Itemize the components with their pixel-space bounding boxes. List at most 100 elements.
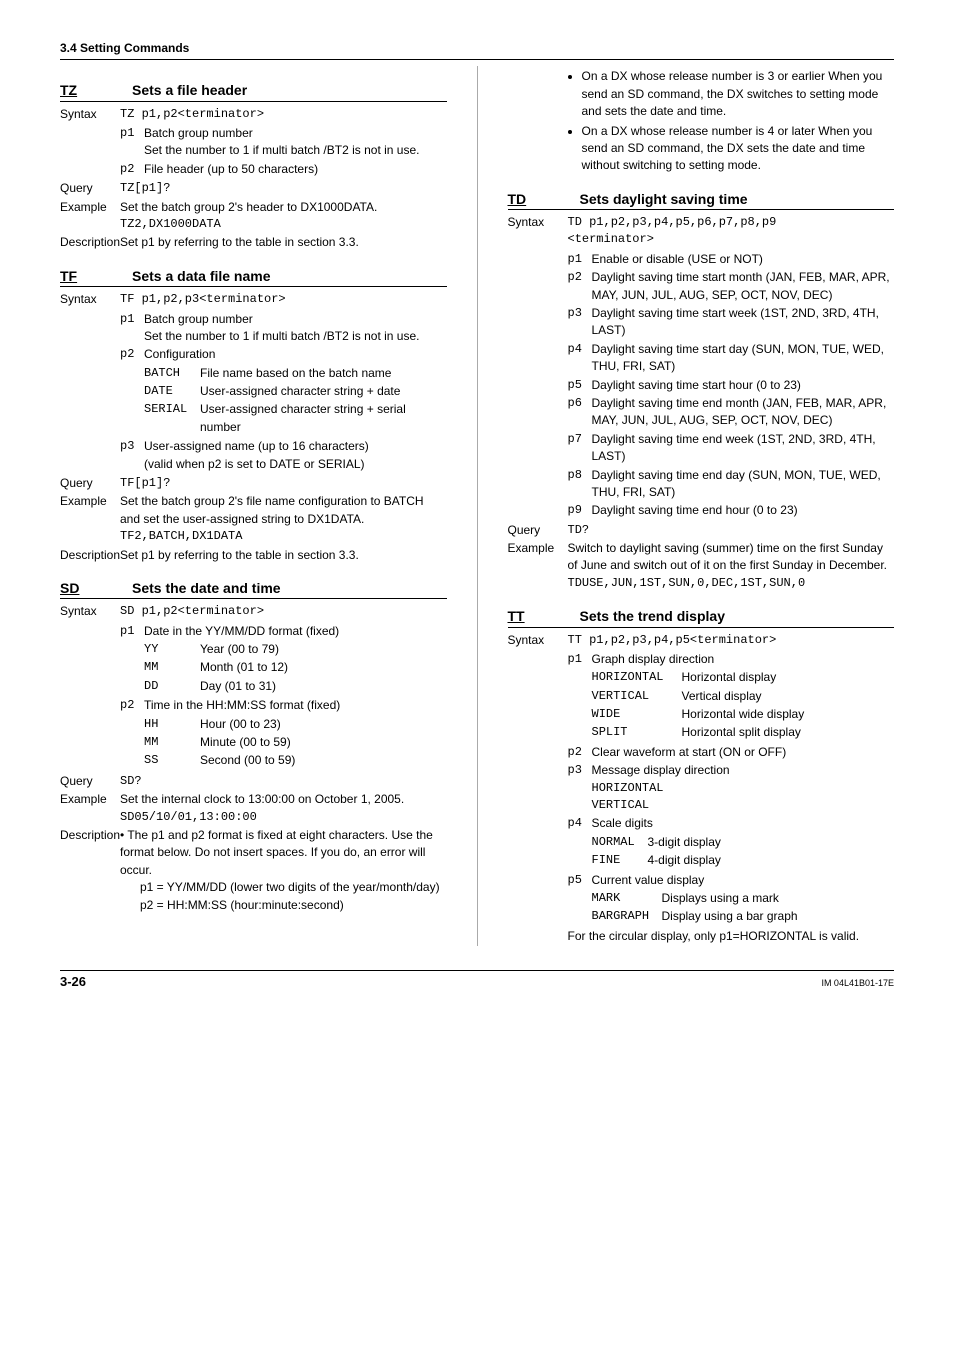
opt-key: WIDE: [592, 706, 682, 723]
param-text: Set the number to 1 if multi batch /BT2 …: [144, 328, 447, 345]
param-head: Message display direction: [592, 762, 895, 779]
opt-key: MM: [144, 659, 200, 676]
example-text: Set the batch group 2's header to DX1000…: [120, 199, 447, 216]
opt-val: Horizontal split display: [682, 724, 895, 741]
syntax-label: Syntax: [60, 291, 120, 308]
syntax-label: Syntax: [508, 214, 568, 231]
right-column: On a DX whose release number is 3 or ear…: [508, 66, 895, 946]
two-columns: TZ Sets a file header Syntax TZ p1,p2<te…: [60, 66, 894, 946]
query-text: SD?: [120, 773, 447, 790]
query-label: Query: [508, 522, 568, 539]
example-text: Set the internal clock to 13:00:00 on Oc…: [120, 791, 447, 808]
example-label: Example: [60, 199, 120, 216]
param-text: Set the number to 1 if multi batch /BT2 …: [144, 142, 447, 159]
cmd-code: SD: [60, 578, 112, 598]
param-key: p2: [120, 161, 144, 178]
param-text: Daylight saving time end month (JAN, FEB…: [592, 395, 895, 430]
param-key: p4: [568, 815, 592, 832]
description-label: Description: [60, 827, 120, 844]
param-key: p4: [568, 341, 592, 358]
example-label: Example: [60, 493, 120, 510]
td-heading: TD Sets daylight saving time: [508, 189, 895, 210]
opt-val: Displays using a mark: [662, 890, 895, 907]
opt-key: NORMAL: [592, 834, 648, 851]
query-text: TF[p1]?: [120, 475, 447, 492]
param-text: File header (up to 50 characters): [144, 161, 447, 178]
param-note: For the circular display, only p1=HORIZO…: [568, 928, 895, 945]
opt-val: Horizontal wide display: [682, 706, 895, 723]
param-key: p1: [120, 623, 144, 640]
opt-key: DD: [144, 678, 200, 695]
syntax-text: TT p1,p2,p3,p4,p5<terminator>: [568, 632, 895, 649]
param-key: p5: [568, 377, 592, 394]
cmd-name: Sets a data file name: [132, 266, 271, 286]
example-text: Set the batch group 2's file name config…: [120, 493, 447, 528]
desc-bullet: The p1 and p2 format is fixed at eight c…: [120, 828, 433, 877]
opt-key: DATE: [144, 383, 200, 400]
param-head: Time in the HH:MM:SS format (fixed): [144, 697, 447, 714]
param-text: Daylight saving time start day (SUN, MON…: [592, 341, 895, 376]
syntax-text: TF p1,p2,p3<terminator>: [120, 291, 447, 308]
param-key: p8: [568, 467, 592, 484]
opt-key: VERTICAL: [592, 797, 895, 814]
opt-key: BATCH: [144, 365, 200, 382]
param-head: Date in the YY/MM/DD format (fixed): [144, 623, 447, 640]
desc-line: p2 = HH:MM:SS (hour:minute:second): [140, 897, 447, 914]
example-label: Example: [60, 791, 120, 808]
opt-val: Day (01 to 31): [200, 678, 447, 695]
note-bullet: On a DX whose release number is 3 or ear…: [582, 68, 895, 120]
opt-key: BARGRAPH: [592, 908, 662, 925]
opt-key: SS: [144, 752, 200, 769]
cmd-code: TT: [508, 606, 560, 626]
opt-key: HORIZONTAL: [592, 780, 895, 797]
param-text: Daylight saving time start hour (0 to 23…: [592, 377, 895, 394]
param-head: Scale digits: [592, 815, 895, 832]
opt-key: FINE: [592, 852, 648, 869]
syntax-text: TD p1,p2,p3,p4,p5,p6,p7,p8,p9: [568, 214, 895, 231]
opt-val: Horizontal display: [682, 669, 895, 686]
column-divider: [477, 66, 478, 946]
query-text: TZ[p1]?: [120, 180, 447, 197]
query-label: Query: [60, 475, 120, 492]
param-text: Daylight saving time end week (1ST, 2ND,…: [592, 431, 895, 466]
opt-key: MARK: [592, 890, 662, 907]
example-text: Switch to daylight saving (summer) time …: [568, 540, 895, 575]
param-key: p7: [568, 431, 592, 448]
param-head: Configuration: [144, 346, 447, 363]
param-text: Daylight saving time end day (SUN, MON, …: [592, 467, 895, 502]
left-column: TZ Sets a file header Syntax TZ p1,p2<te…: [60, 66, 447, 946]
param-key: p2: [120, 346, 144, 363]
query-label: Query: [60, 773, 120, 790]
opt-key: SERIAL: [144, 401, 200, 436]
opt-val: User-assigned character string + serial …: [200, 401, 447, 436]
param-text: Daylight saving time end hour (0 to 23): [592, 502, 895, 519]
opt-val: 4-digit display: [648, 852, 895, 869]
syntax-label: Syntax: [60, 603, 120, 620]
param-key: p2: [120, 697, 144, 714]
param-key: p6: [568, 395, 592, 412]
param-text: Batch group number: [144, 311, 447, 328]
param-key: p5: [568, 872, 592, 889]
param-key: p1: [120, 311, 144, 328]
example-code: TF2,BATCH,DX1DATA: [120, 528, 447, 545]
example-label: Example: [508, 540, 568, 557]
opt-key: VERTICAL: [592, 688, 682, 705]
description-text: Set p1 by referring to the table in sect…: [120, 234, 447, 251]
opt-val: Month (01 to 12): [200, 659, 447, 676]
param-text: Daylight saving time start month (JAN, F…: [592, 269, 895, 304]
description-text: Set p1 by referring to the table in sect…: [120, 547, 447, 564]
opt-val: File name based on the batch name: [200, 365, 447, 382]
query-text: TD?: [568, 522, 895, 539]
cmd-code: TF: [60, 266, 112, 286]
desc-line: p1 = YY/MM/DD (lower two digits of the y…: [140, 879, 447, 896]
syntax-label: Syntax: [508, 632, 568, 649]
param-key: p3: [120, 438, 144, 455]
syntax-text: TZ p1,p2<terminator>: [120, 106, 447, 123]
cmd-name: Sets the date and time: [132, 578, 281, 598]
tt-heading: TT Sets the trend display: [508, 606, 895, 627]
param-key: p1: [568, 651, 592, 668]
section-header: 3.4 Setting Commands: [60, 40, 894, 60]
param-text: Clear waveform at start (ON or OFF): [592, 744, 895, 761]
page-footer: 3-26 IM 04L41B01-17E: [60, 970, 894, 992]
syntax-label: Syntax: [60, 106, 120, 123]
